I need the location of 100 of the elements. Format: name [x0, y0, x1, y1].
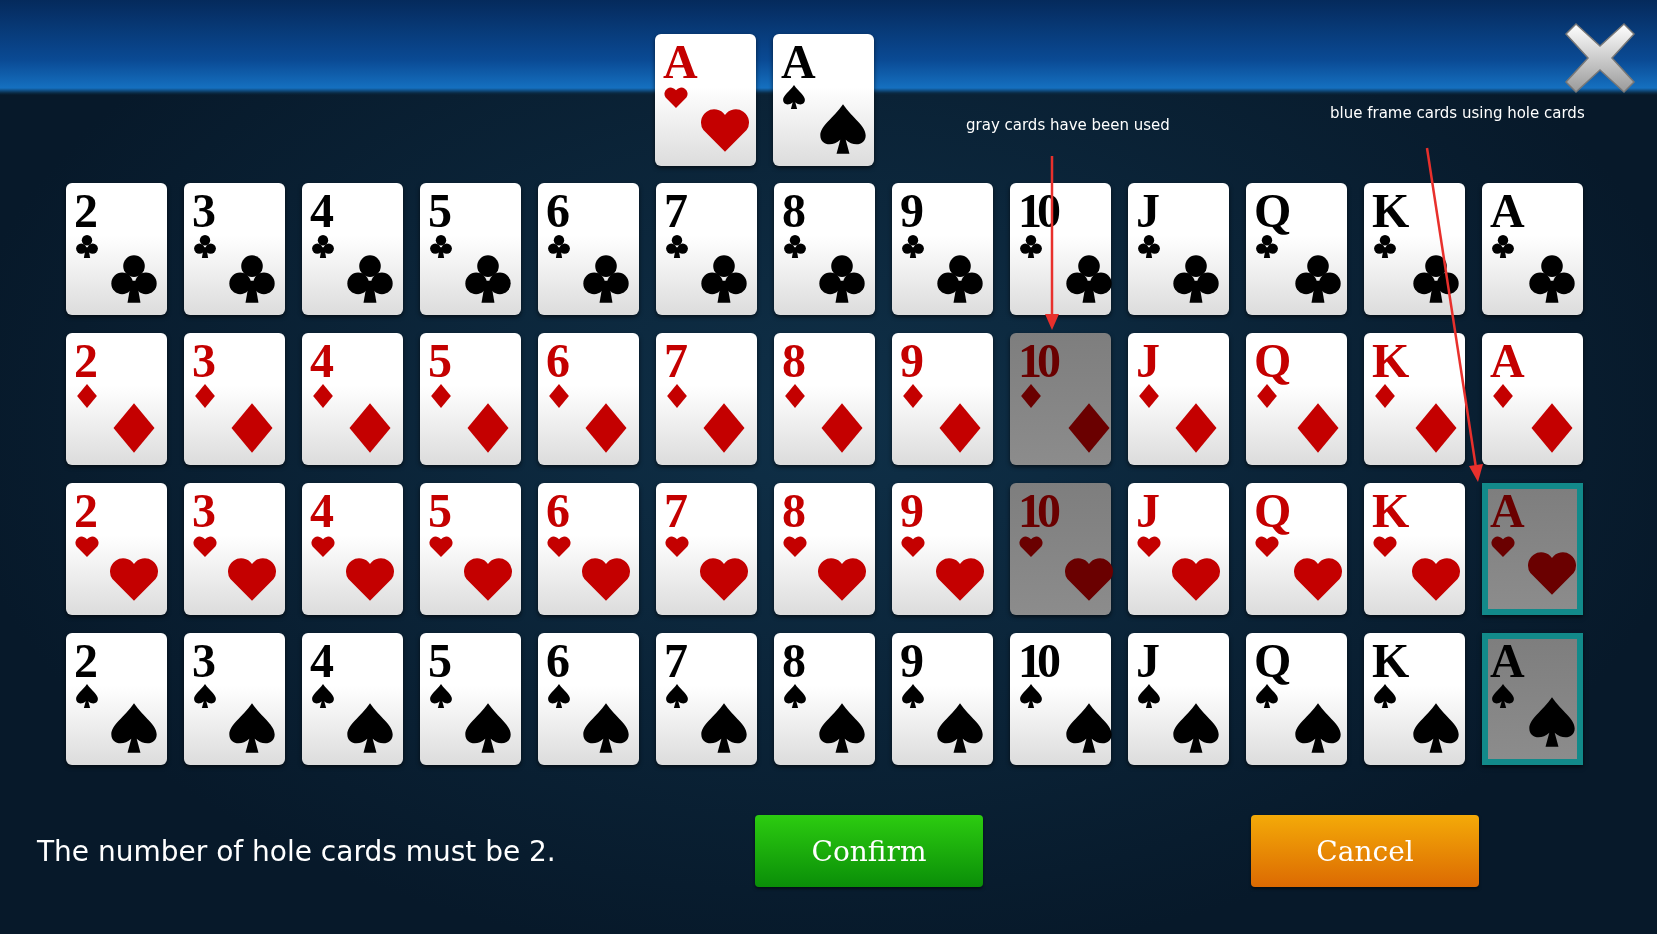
playing-card[interactable]: 3 — [184, 333, 285, 465]
playing-card[interactable]: 5 — [420, 333, 521, 465]
playing-card[interactable]: J — [1128, 633, 1229, 765]
playing-card[interactable]: 3 — [184, 183, 285, 315]
playing-card[interactable]: K — [1364, 183, 1465, 315]
card-rank: 3 — [192, 491, 217, 531]
card-rank: 2 — [74, 491, 99, 531]
playing-card[interactable]: J — [1128, 333, 1229, 465]
playing-card[interactable]: K — [1364, 633, 1465, 765]
playing-card[interactable]: 7 — [656, 333, 757, 465]
annotation-text: gray cards have been used — [966, 116, 1170, 134]
playing-card[interactable]: Q — [1246, 333, 1347, 465]
spades-icon — [428, 683, 454, 709]
playing-card[interactable]: K — [1364, 333, 1465, 465]
card-rank: 3 — [192, 191, 217, 231]
card-rank: A — [1490, 341, 1525, 381]
spades-icon — [310, 683, 336, 709]
playing-card[interactable]: 3 — [184, 483, 285, 615]
playing-card[interactable]: Q — [1246, 633, 1347, 765]
annotation-text: blue frame cards using hole cards — [1330, 104, 1585, 122]
playing-card[interactable]: 6 — [538, 633, 639, 765]
card-rank: A — [1490, 641, 1525, 681]
playing-card[interactable]: 7 — [656, 183, 757, 315]
card-rank: A — [663, 42, 698, 82]
card-rank: 3 — [192, 641, 217, 681]
playing-card[interactable]: 9 — [892, 333, 993, 465]
card-rank: 6 — [546, 341, 571, 381]
playing-card[interactable]: 5 — [420, 483, 521, 615]
spades-icon — [781, 84, 807, 110]
card-rank: K — [1372, 191, 1410, 231]
playing-card[interactable]: J — [1128, 483, 1229, 615]
spades-icon — [546, 683, 572, 709]
playing-card[interactable]: 10 — [1010, 333, 1111, 465]
clubs-icon — [74, 233, 100, 259]
playing-card[interactable]: A — [1482, 183, 1583, 315]
spades-icon — [192, 683, 218, 709]
spades-icon — [1490, 683, 1516, 709]
playing-card[interactable]: 9 — [892, 633, 993, 765]
playing-card[interactable]: 2 — [66, 483, 167, 615]
playing-card[interactable]: J — [1128, 183, 1229, 315]
playing-card[interactable]: 7 — [656, 483, 757, 615]
clubs-icon — [1254, 233, 1280, 259]
hole-cards-message: The number of hole cards must be 2. — [37, 834, 557, 868]
card-rank: J — [1136, 341, 1161, 381]
card-rank: 4 — [310, 641, 335, 681]
spades-icon — [74, 683, 100, 709]
spades-icon — [1136, 683, 1162, 709]
spades-icon — [664, 683, 690, 709]
card-rank: 8 — [782, 191, 807, 231]
card-rank: 5 — [428, 491, 453, 531]
playing-card[interactable]: 5 — [420, 183, 521, 315]
spades-icon — [1372, 683, 1398, 709]
card-rank: 9 — [900, 641, 925, 681]
card-rank: A — [1490, 191, 1525, 231]
clubs-icon — [428, 233, 454, 259]
playing-card[interactable]: A — [1482, 333, 1583, 465]
playing-card[interactable]: 10 — [1010, 483, 1111, 615]
card-rank: J — [1136, 191, 1161, 231]
playing-card[interactable]: 4 — [302, 483, 403, 615]
playing-card[interactable]: 4 — [302, 633, 403, 765]
playing-card[interactable]: 8 — [774, 633, 875, 765]
playing-card[interactable]: 6 — [538, 183, 639, 315]
playing-card[interactable]: 2 — [66, 333, 167, 465]
card-rank: 7 — [664, 641, 689, 681]
playing-card[interactable]: 9 — [892, 183, 993, 315]
playing-card[interactable]: 8 — [774, 333, 875, 465]
playing-card[interactable]: K — [1364, 483, 1465, 615]
card-rank: 10 — [1018, 491, 1058, 531]
playing-card[interactable]: 6 — [538, 483, 639, 615]
playing-card[interactable]: 8 — [774, 183, 875, 315]
card-rank: 8 — [782, 491, 807, 531]
card-rank: 4 — [310, 191, 335, 231]
playing-card[interactable]: A — [1482, 633, 1583, 765]
playing-card[interactable]: Q — [1246, 183, 1347, 315]
card-rank: 5 — [428, 641, 453, 681]
playing-card[interactable]: 8 — [774, 483, 875, 615]
playing-card[interactable]: 9 — [892, 483, 993, 615]
clubs-icon — [546, 233, 572, 259]
card-rank: 4 — [310, 491, 335, 531]
card-rank: 6 — [546, 191, 571, 231]
playing-card[interactable]: 7 — [656, 633, 757, 765]
card-rank: 2 — [74, 341, 99, 381]
playing-card[interactable]: 3 — [184, 633, 285, 765]
card-rank: J — [1136, 491, 1161, 531]
playing-card[interactable]: 5 — [420, 633, 521, 765]
card-rank: K — [1372, 491, 1410, 531]
spades-icon — [900, 683, 926, 709]
card-rank: J — [1136, 641, 1161, 681]
card-rank: 10 — [1018, 341, 1058, 381]
playing-card[interactable]: 4 — [302, 333, 403, 465]
playing-card[interactable]: Q — [1246, 483, 1347, 615]
playing-card[interactable]: 2 — [66, 633, 167, 765]
playing-card[interactable]: 4 — [302, 183, 403, 315]
playing-card[interactable]: 6 — [538, 333, 639, 465]
card-rank: A — [1490, 491, 1525, 531]
playing-card[interactable]: A — [1482, 483, 1583, 615]
card-rank: 9 — [900, 341, 925, 381]
close-button[interactable] — [1562, 20, 1638, 96]
playing-card[interactable]: 2 — [66, 183, 167, 315]
playing-card[interactable]: 10 — [1010, 633, 1111, 765]
